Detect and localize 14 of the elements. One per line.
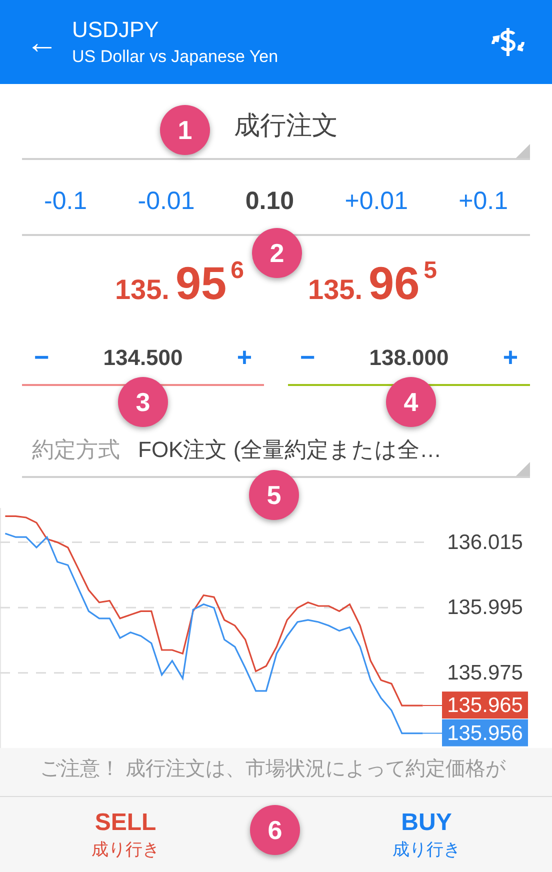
- number-badge: 5: [249, 470, 299, 520]
- number-badge: 1: [160, 105, 210, 155]
- symbol-title: USDJPY: [72, 16, 160, 44]
- axis-label: 135.995: [447, 596, 523, 620]
- volume-value: 0.10: [245, 186, 294, 216]
- notice-text: ご注意！ 成行注文は、市場状況によって約定価格が: [40, 758, 506, 780]
- number-badge: 4: [386, 377, 436, 427]
- number-badge: 2: [252, 228, 302, 278]
- price-tag-label: 135.965: [447, 694, 523, 718]
- symbol-description: US Dollar vs Japanese Yen: [72, 46, 278, 68]
- number-badge: 3: [118, 377, 168, 427]
- axis-label: 136.015: [447, 530, 523, 554]
- axis-label: 135.975: [447, 661, 523, 684]
- price-tag-label: 135.956: [447, 722, 523, 745]
